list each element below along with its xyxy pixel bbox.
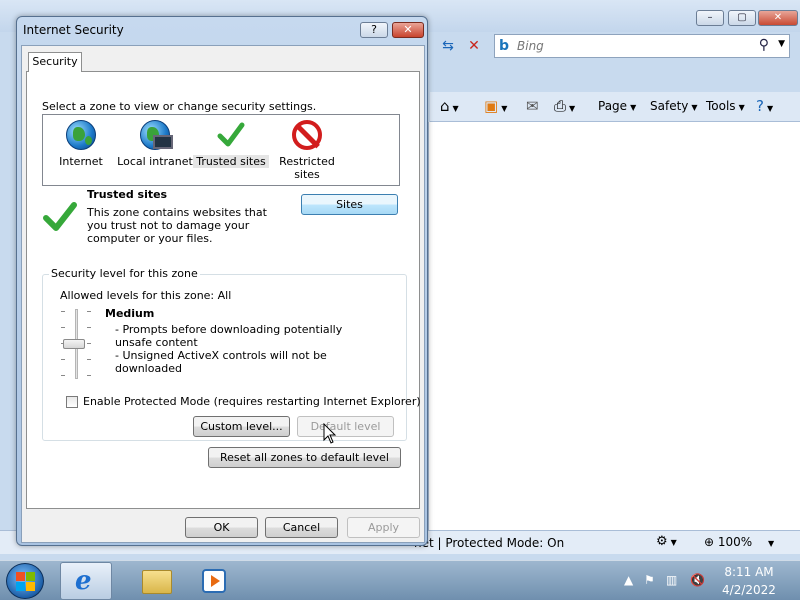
local-intranet-icon (139, 119, 173, 151)
zone-label: Internet (59, 155, 103, 168)
feeds-icon[interactable]: ▣ ▼ (484, 97, 507, 115)
search-box[interactable]: b Bing ⚲ ▼ (494, 34, 790, 58)
security-level-name: Medium (105, 307, 155, 320)
reset-all-zones-button[interactable]: Reset all zones to default level (208, 447, 401, 468)
globe-icon (65, 119, 97, 151)
selected-zone-description: This zone contains websites that you tru… (87, 206, 267, 245)
slider-thumb[interactable] (63, 339, 85, 349)
refresh-icon[interactable]: ⇆ (438, 36, 458, 56)
zone-label: Restricted sites (279, 155, 335, 181)
address-bar-buttons: ⇆ ✕ (430, 34, 490, 58)
security-level-legend: Security level for this zone (49, 267, 200, 280)
tab-strip (430, 60, 800, 90)
stop-icon[interactable]: ✕ (464, 36, 484, 56)
dialog-title: Internet Security (23, 23, 124, 37)
page-menu[interactable]: Page ▼ (598, 99, 636, 113)
security-level-description: - Prompts before downloading potentially… (115, 323, 375, 375)
restricted-icon (291, 119, 323, 151)
maximize-button[interactable]: ▢ (728, 10, 756, 26)
home-icon[interactable]: ⌂ ▼ (440, 97, 459, 115)
tools-menu[interactable]: Tools ▼ (706, 99, 745, 113)
internet-security-dialog: Internet Security ? ✕ Security Select a … (16, 16, 428, 546)
zone-prompt: Select a zone to view or change security… (42, 100, 317, 113)
bing-icon: b (499, 38, 510, 54)
dialog-body: Security Select a zone to view or change… (21, 45, 425, 543)
zone-label: Local intranet (117, 155, 193, 168)
taskbar: e ▲ ⚑ ▥ 🔇 8:11 AM 4/2/2022 (0, 560, 800, 600)
minimize-button[interactable]: – (696, 10, 724, 26)
safety-menu[interactable]: Safety ▼ (650, 99, 698, 113)
folder-icon (142, 570, 172, 594)
tab-security[interactable]: Security (28, 52, 82, 72)
allowed-levels: Allowed levels for this zone: All (60, 289, 232, 302)
command-bar: ⌂ ▼ ▣ ▼ ✉ ⎙ ▼ Page ▼ Safety ▼ Tools ▼ ? ▼ (430, 92, 800, 122)
search-icon[interactable]: ⚲ (759, 37, 769, 53)
windows-logo-icon (16, 572, 36, 592)
volume-muted-icon[interactable]: 🔇 (690, 573, 705, 587)
start-button[interactable] (6, 563, 44, 599)
security-level-group: Security level for this zone Allowed lev… (42, 267, 421, 441)
page-content (428, 122, 800, 530)
default-level-button[interactable]: Default level (297, 416, 394, 437)
help-icon[interactable]: ? ▼ (756, 97, 773, 115)
zone-local-intranet[interactable]: Local intranet (117, 119, 193, 183)
dialog-help-button[interactable]: ? (360, 22, 388, 38)
dialog-close-button[interactable]: ✕ (392, 22, 424, 38)
show-hidden-icons[interactable]: ▲ (624, 573, 633, 587)
mouse-cursor-icon (323, 423, 337, 444)
protected-mode-status: net | Protected Mode: On (414, 536, 565, 550)
zone-internet[interactable]: Internet (43, 119, 119, 183)
media-player-icon (202, 569, 226, 593)
selected-zone-checkmark-icon (43, 202, 77, 231)
action-center-flag-icon[interactable]: ⚑ (644, 573, 655, 587)
zone-settings-icon[interactable]: ⚙ ▼ (656, 534, 677, 549)
print-icon[interactable]: ⎙ ▼ (554, 97, 575, 115)
clock-time[interactable]: 8:11 AM (714, 565, 784, 579)
zone-label: Trusted sites (193, 155, 269, 168)
zone-trusted-sites[interactable]: Trusted sites (193, 119, 269, 183)
cancel-button[interactable]: Cancel (265, 517, 338, 538)
level-desc-line: - Prompts before downloading potentially… (115, 323, 343, 349)
protected-mode-label: Enable Protected Mode (requires restarti… (83, 395, 421, 408)
taskbar-file-explorer[interactable] (134, 562, 186, 600)
custom-level-button[interactable]: Custom level... (193, 416, 290, 437)
sites-button[interactable]: Sites (301, 194, 398, 215)
zoom-control[interactable]: ⊕ 100% ▼ (704, 535, 774, 549)
taskbar-media-player[interactable] (196, 562, 248, 600)
ok-button[interactable]: OK (185, 517, 258, 538)
search-dropdown-icon[interactable]: ▼ (778, 39, 785, 49)
network-icon[interactable]: ▥ (666, 573, 677, 587)
selected-zone-name: Trusted sites (87, 188, 168, 201)
level-desc-line: - Unsigned ActiveX controls will not be … (115, 349, 327, 375)
apply-button[interactable]: Apply (347, 517, 420, 538)
zone-list: Internet Local intranet Trusted sites Re… (42, 114, 400, 186)
clock-date[interactable]: 4/2/2022 (714, 583, 784, 597)
mail-icon[interactable]: ✉ (526, 97, 539, 115)
taskbar-internet-explorer[interactable]: e (60, 562, 112, 600)
security-tab-panel: Select a zone to view or change security… (26, 71, 421, 509)
internet-explorer-icon: e (75, 566, 92, 596)
security-level-slider[interactable] (59, 309, 95, 379)
protected-mode-checkbox[interactable] (66, 396, 78, 408)
search-placeholder: Bing (517, 39, 544, 53)
checkmark-icon (215, 119, 247, 151)
zone-restricted-sites[interactable]: Restricted sites (269, 119, 345, 183)
ie-close-button[interactable]: ✕ (758, 10, 798, 26)
